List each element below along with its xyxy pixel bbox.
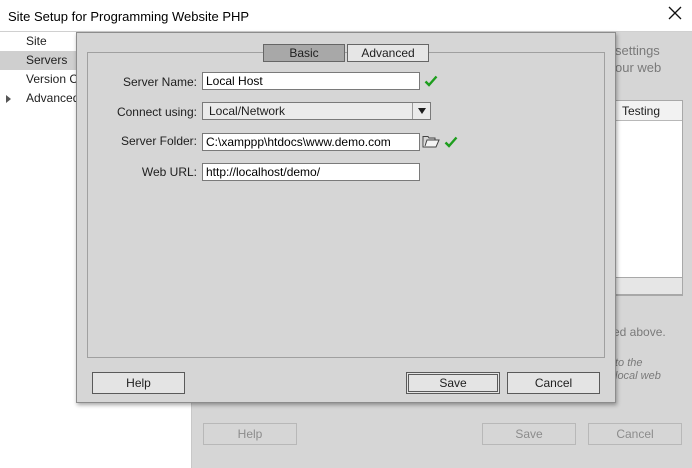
save-button-background[interactable]: Save xyxy=(482,423,576,445)
server-settings-dialog: Basic Advanced Server Name: Local Host C… xyxy=(76,32,616,403)
note-italic-line2: local web xyxy=(615,370,661,382)
window-title: Site Setup for Programming Website PHP xyxy=(8,9,250,24)
help-button[interactable]: Help xyxy=(92,372,185,394)
sidebar-item-advanced[interactable]: Advanced xyxy=(0,89,80,108)
sidebar-item-label: Servers xyxy=(26,53,68,67)
checkmark-icon xyxy=(444,136,458,148)
server-folder-label: Server Folder: xyxy=(120,134,197,148)
tab-basic[interactable]: Basic xyxy=(263,44,345,62)
folder-icon[interactable] xyxy=(422,135,440,149)
settings-group-box xyxy=(87,52,605,358)
sidebar-item-label: Site xyxy=(26,34,47,48)
server-folder-field[interactable]: C:\xamppp\htdocs\www.demo.com xyxy=(202,133,420,151)
save-button[interactable]: Save xyxy=(406,372,500,394)
settings-text: settings xyxy=(615,43,660,58)
server-name-label: Server Name: xyxy=(122,75,197,89)
cancel-button-background[interactable]: Cancel xyxy=(588,423,682,445)
connect-using-value: Local/Network xyxy=(209,104,286,118)
note-text: ed above. xyxy=(613,325,666,339)
cancel-button[interactable]: Cancel xyxy=(507,372,600,394)
sidebar-item-site[interactable]: Site xyxy=(0,32,80,51)
sidebar-item-version-control[interactable]: Version C xyxy=(0,70,80,89)
column-header-testing[interactable]: Testing xyxy=(614,101,682,121)
chevron-down-icon[interactable] xyxy=(412,103,430,119)
help-button-background[interactable]: Help xyxy=(203,423,297,445)
sidebar-item-label: Advanced xyxy=(26,91,80,105)
connect-using-select[interactable]: Local/Network xyxy=(202,102,431,120)
servers-table: Testing xyxy=(613,100,683,296)
note-italic-line1: to the xyxy=(615,357,643,369)
server-name-field[interactable]: Local Host xyxy=(202,72,420,90)
sidebar-item-label: Version C xyxy=(26,72,79,86)
web-url-label: Web URL: xyxy=(141,165,197,179)
tab-advanced[interactable]: Advanced xyxy=(347,44,429,62)
connect-using-label: Connect using: xyxy=(116,105,197,119)
expand-arrow-icon[interactable] xyxy=(6,95,11,103)
checkmark-icon xyxy=(424,75,438,87)
table-scrollbar[interactable] xyxy=(613,277,683,295)
sidebar-item-servers[interactable]: Servers xyxy=(0,51,80,70)
window-titlebar: Site Setup for Programming Website PHP xyxy=(0,0,692,32)
web-text: our web xyxy=(615,60,662,75)
web-url-field[interactable]: http://localhost/demo/ xyxy=(202,163,420,181)
close-icon[interactable] xyxy=(668,6,684,22)
